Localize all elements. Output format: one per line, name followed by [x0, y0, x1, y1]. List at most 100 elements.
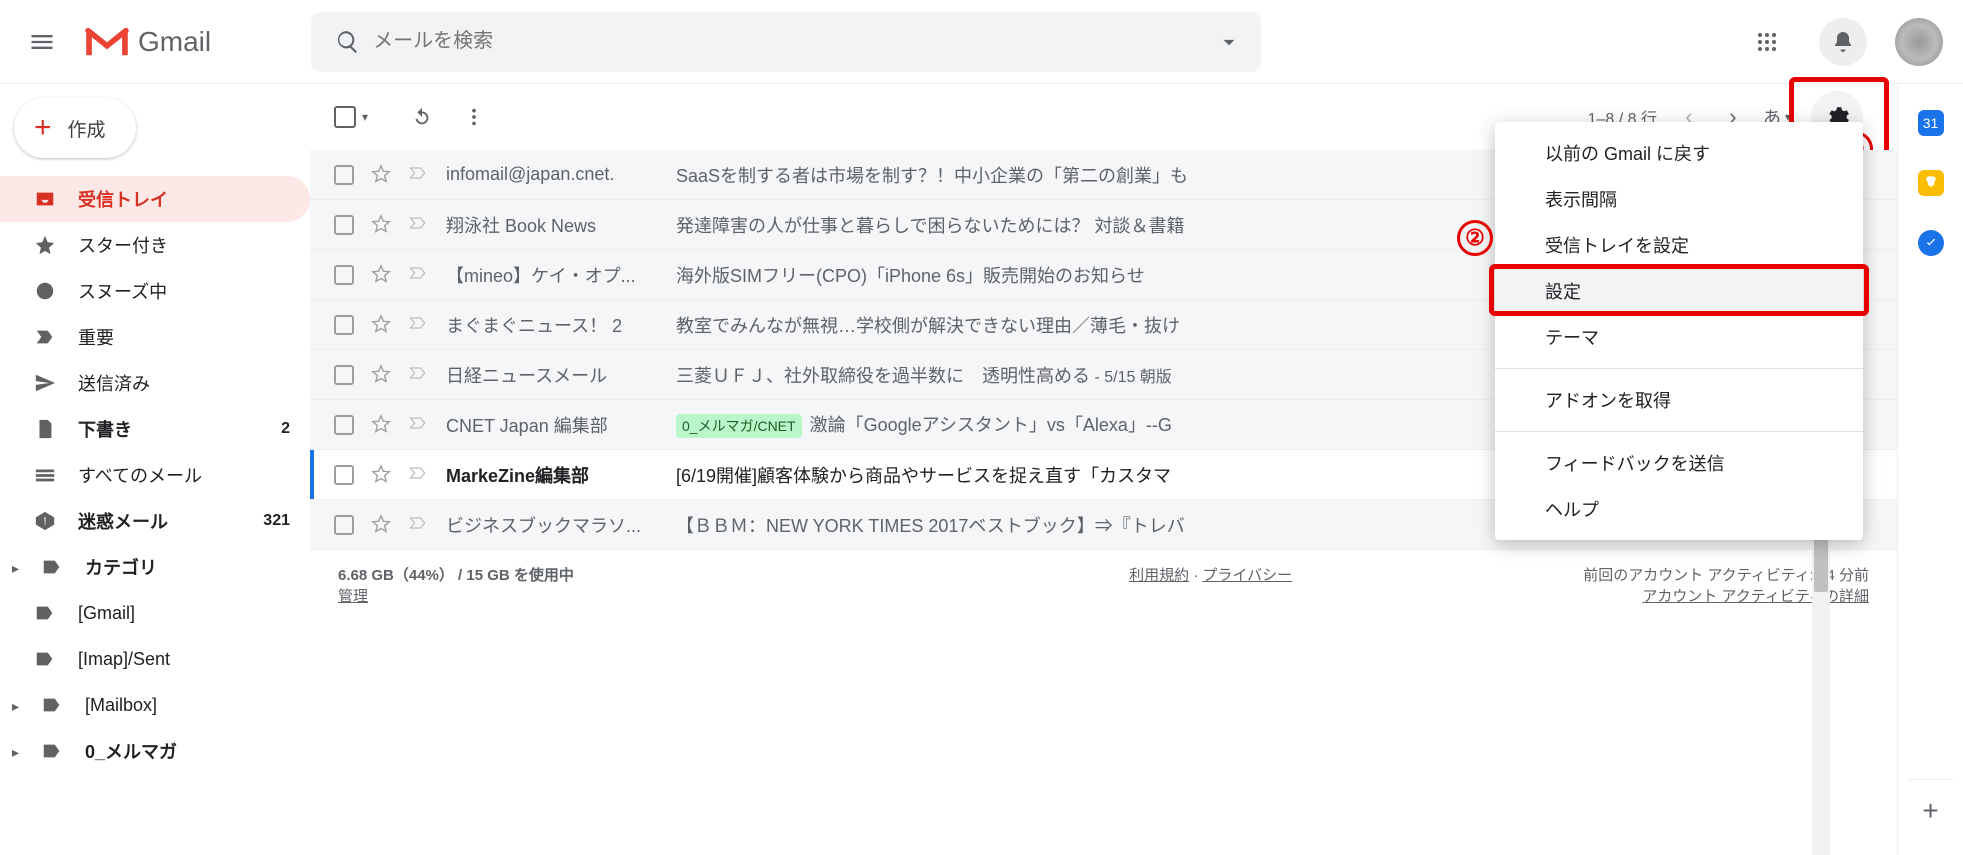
tasks-icon — [1924, 236, 1938, 250]
search-input[interactable] — [373, 30, 1209, 53]
plus-icon: + — [34, 113, 52, 143]
sidebar-item-spam-7[interactable]: !迷惑メール321 — [0, 498, 310, 544]
calendar-addon-button[interactable]: 31 — [1918, 110, 1944, 136]
settings-menu-item-0[interactable]: 以前の Gmail に戻す — [1495, 130, 1863, 176]
bell-icon — [1831, 30, 1855, 54]
select-all-checkbox[interactable]: ▾ — [334, 106, 368, 128]
app-name: Gmail — [138, 26, 211, 58]
settings-menu-item-2[interactable]: 受信トレイを設定 — [1495, 222, 1863, 268]
storage-used: 6.68 GB（44%） / 15 GB を使用中 — [338, 567, 574, 584]
label-icon — [34, 648, 78, 670]
sidebar-item-sent-4[interactable]: 送信済み — [0, 360, 310, 406]
google-apps-button[interactable] — [1743, 18, 1791, 66]
settings-menu: 以前の Gmail に戻す表示間隔受信トレイを設定設定テーマアドオンを取得フィー… — [1495, 122, 1863, 540]
mail-checkbox[interactable] — [334, 315, 354, 335]
importance-marker[interactable] — [408, 163, 432, 187]
notifications-button[interactable] — [1819, 18, 1867, 66]
gmail-logo[interactable]: Gmail — [84, 25, 211, 59]
importance-marker[interactable] — [408, 313, 432, 337]
settings-menu-item-1[interactable]: 表示間隔 — [1495, 176, 1863, 222]
important-icon — [34, 326, 78, 348]
star-button[interactable] — [370, 363, 394, 387]
right-side-panel: 31 + — [1897, 84, 1963, 855]
star-icon — [34, 234, 78, 256]
label-icon — [41, 556, 85, 578]
importance-marker[interactable] — [408, 463, 432, 487]
compose-button[interactable]: + 作成 — [14, 98, 136, 158]
importance-marker[interactable] — [408, 413, 432, 437]
sidebar-item-label: 0_メルマガ — [85, 738, 290, 764]
refresh-button[interactable] — [396, 91, 448, 143]
star-button[interactable] — [370, 263, 394, 287]
more-button[interactable] — [448, 91, 500, 143]
settings-menu-item-7[interactable]: ヘルプ — [1495, 486, 1863, 532]
mail-checkbox[interactable] — [334, 165, 354, 185]
sidebar-item-label-8[interactable]: カテゴリ — [0, 544, 310, 590]
star-button[interactable] — [370, 313, 394, 337]
privacy-link[interactable]: プライバシー — [1202, 567, 1292, 584]
settings-menu-item-3[interactable]: 設定 — [1495, 268, 1863, 314]
sidebar-item-label: 重要 — [78, 324, 290, 350]
importance-marker[interactable] — [408, 513, 432, 537]
star-button[interactable] — [370, 413, 394, 437]
label-icon — [41, 740, 85, 762]
sidebar-item-clock-2[interactable]: スヌーズ中 — [0, 268, 310, 314]
settings-menu-item-6[interactable]: フィードバックを送信 — [1495, 440, 1863, 486]
mail-checkbox[interactable] — [334, 415, 354, 435]
mail-checkbox[interactable] — [334, 215, 354, 235]
sidebar-item-label: スター付き — [78, 232, 290, 258]
sidebar-item-star-1[interactable]: スター付き — [0, 222, 310, 268]
sidebar-item-label-12[interactable]: 0_メルマガ — [0, 728, 310, 774]
mail-sender: 日経ニュースメール — [446, 362, 676, 388]
sidebar-item-count: 2 — [281, 420, 290, 438]
mail-label-tag[interactable]: 0_メルマガ/CNET — [676, 414, 802, 438]
star-button[interactable] — [370, 463, 394, 487]
settings-menu-item-4[interactable]: テーマ — [1495, 314, 1863, 360]
sidebar-item-label-11[interactable]: [Mailbox] — [0, 682, 310, 728]
mail-sender: infomail@japan.cnet. — [446, 164, 676, 185]
get-addons-button[interactable]: + — [1908, 779, 1954, 825]
main-menu-button[interactable] — [12, 12, 72, 72]
chevron-down-icon: ▾ — [362, 110, 368, 124]
spam-icon: ! — [34, 510, 78, 532]
sidebar-item-allmail-6[interactable]: すべてのメール — [0, 452, 310, 498]
sidebar-item-draft-5[interactable]: 下書き2 — [0, 406, 310, 452]
compose-label: 作成 — [68, 115, 106, 142]
account-avatar[interactable] — [1895, 18, 1943, 66]
importance-marker[interactable] — [408, 213, 432, 237]
sidebar-item-label-9[interactable]: [Gmail] — [0, 590, 310, 636]
sidebar-item-label: [Gmail] — [78, 603, 290, 624]
search-options-dropdown[interactable] — [1209, 29, 1249, 55]
activity-details-link[interactable]: アカウント アクティビティの詳細 — [1642, 588, 1869, 605]
search-bar[interactable] — [311, 12, 1261, 72]
mail-checkbox[interactable] — [334, 365, 354, 385]
sidebar-item-label: 送信済み — [78, 370, 290, 396]
sidebar-item-label: [Mailbox] — [85, 695, 290, 716]
sidebar-item-label: [Imap]/Sent — [78, 649, 290, 670]
sidebar-item-label-10[interactable]: [Imap]/Sent — [0, 636, 310, 682]
terms-link[interactable]: 利用規約 — [1129, 567, 1189, 584]
sidebar-item-inbox-0[interactable]: 受信トレイ — [0, 176, 310, 222]
clock-icon — [34, 280, 78, 302]
sidebar: + 作成 受信トレイスター付きスヌーズ中重要送信済み下書き2すべてのメール!迷惑… — [0, 84, 310, 855]
expand-icon — [12, 695, 19, 716]
inbox-icon — [34, 188, 78, 210]
star-button[interactable] — [370, 163, 394, 187]
mail-sender: まぐまぐニュース！ 2 — [446, 312, 676, 338]
mail-checkbox[interactable] — [334, 265, 354, 285]
importance-marker[interactable] — [408, 263, 432, 287]
checkbox-icon — [334, 106, 356, 128]
settings-menu-item-5[interactable]: アドオンを取得 — [1495, 377, 1863, 423]
mail-sender: ビジネスブックマラソ... — [446, 512, 676, 538]
star-button[interactable] — [370, 213, 394, 237]
search-icon[interactable] — [323, 29, 373, 55]
mail-checkbox[interactable] — [334, 465, 354, 485]
keep-addon-button[interactable] — [1918, 170, 1944, 196]
mail-checkbox[interactable] — [334, 515, 354, 535]
importance-marker[interactable] — [408, 363, 432, 387]
label-icon — [34, 602, 78, 624]
sidebar-item-important-3[interactable]: 重要 — [0, 314, 310, 360]
tasks-addon-button[interactable] — [1918, 230, 1944, 256]
manage-storage-link[interactable]: 管理 — [338, 588, 368, 605]
star-button[interactable] — [370, 513, 394, 537]
